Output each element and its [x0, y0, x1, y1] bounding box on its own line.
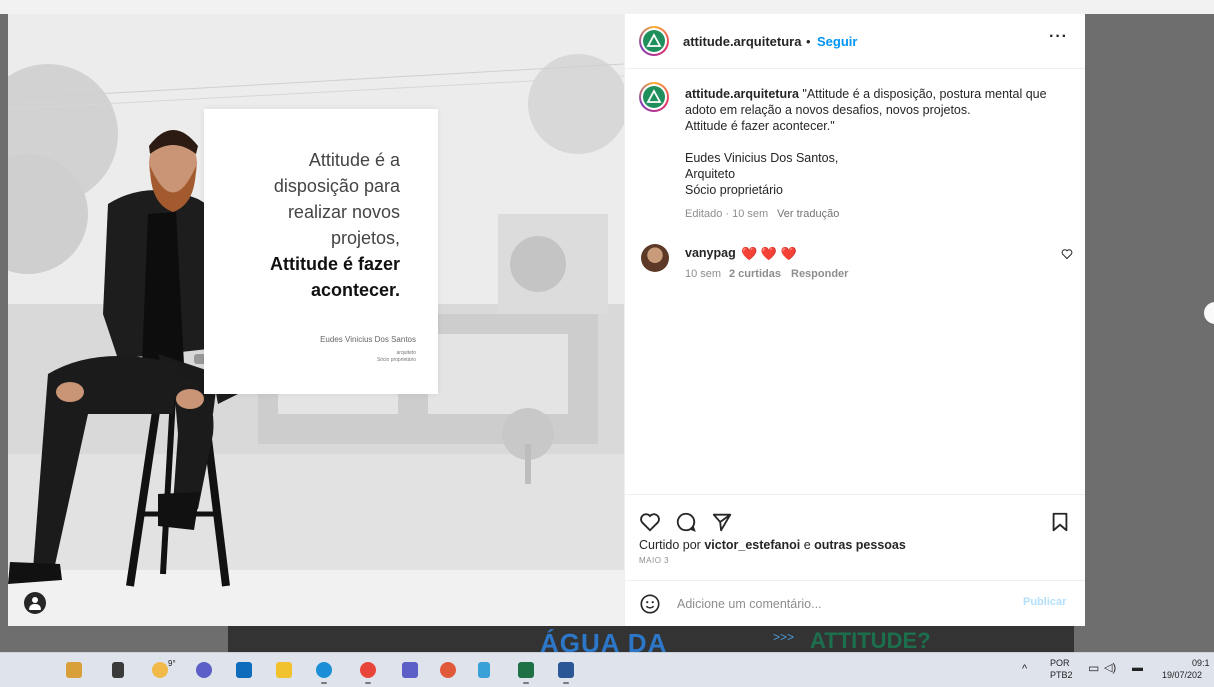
comment-input[interactable]	[675, 591, 1009, 617]
post-date[interactable]: MAIO 3	[639, 556, 669, 565]
comment-time: 10 sem	[685, 268, 722, 280]
comment-avatar[interactable]	[641, 244, 669, 272]
volume-icon[interactable]: ◁)	[1104, 663, 1116, 674]
post-details-panel: attitude.arquitetura • Seguir ··· attitu…	[624, 14, 1085, 626]
quote-signature: Eudes Vinicius Dos Santos	[320, 335, 416, 344]
comment-icon[interactable]	[675, 511, 697, 533]
comment-text: ❤️ ❤️ ❤️	[741, 246, 797, 261]
tray-chevron-up-icon[interactable]: ^	[1022, 664, 1027, 675]
input-language[interactable]: POR	[1050, 658, 1070, 669]
quote-line-2: disposição para	[273, 176, 400, 196]
caption-blank	[685, 134, 1065, 150]
quote-sub-1: arquiteto	[396, 350, 416, 356]
chrome-running-indicator	[365, 682, 371, 684]
background-post-peek: ÁGUA DA >>> ATTITUDE?	[228, 626, 1074, 652]
chat-icon[interactable]	[196, 662, 212, 678]
clock-date[interactable]: 19/07/202	[1162, 670, 1202, 681]
clock-time[interactable]: 09:1	[1192, 658, 1210, 669]
chrome-icon[interactable]	[360, 662, 376, 678]
post-header: attitude.arquitetura • Seguir ···	[625, 14, 1085, 69]
quote-line-4: projetos,	[330, 228, 400, 248]
header-avatar[interactable]	[639, 26, 669, 56]
quote-line-5: Attitude é fazer	[269, 254, 400, 274]
liked-by-user[interactable]: victor_estefanoi	[704, 538, 800, 552]
follow-button[interactable]: Seguir	[817, 34, 857, 49]
teams-icon[interactable]	[402, 662, 418, 678]
brand-logo-icon	[646, 89, 662, 103]
app-red-icon[interactable]	[440, 662, 456, 678]
more-options-button[interactable]: ···	[1049, 28, 1068, 46]
battery-icon[interactable]: ▬	[1132, 663, 1143, 674]
caption-username[interactable]: attitude.arquitetura	[685, 87, 799, 101]
caption-line-2: adoto em relação a novos desafios, novos…	[685, 103, 971, 117]
caption-line-6: Arquiteto	[685, 167, 736, 181]
task-view-icon[interactable]	[112, 662, 124, 678]
liked-by-prefix: Curtido por	[639, 538, 701, 552]
outlook-icon[interactable]	[236, 662, 252, 678]
comment-reply-button[interactable]: Responder	[791, 268, 848, 280]
weather-icon[interactable]	[152, 662, 168, 678]
see-translation-link[interactable]: Ver tradução	[777, 208, 839, 220]
add-comment-box: Publicar	[625, 580, 1085, 627]
windows-taskbar: 9° ^ POR PTB2 ▭ ◁) ▬ 09:1 19/07/202	[0, 652, 1214, 687]
input-layout[interactable]: PTB2	[1050, 670, 1073, 681]
quote-line-1: Attitude é a	[308, 150, 400, 170]
file-explorer-icon[interactable]	[276, 662, 292, 678]
network-icon[interactable]: ▭	[1088, 662, 1099, 674]
tagged-users-icon[interactable]	[24, 592, 46, 614]
quote-card: Attitude é a disposição para realizar no…	[204, 109, 438, 394]
browser-top-strip	[0, 0, 1214, 14]
liked-by-others[interactable]: outras pessoas	[814, 538, 906, 552]
share-icon[interactable]	[711, 511, 733, 533]
header-username[interactable]: attitude.arquitetura	[683, 34, 801, 49]
word-icon[interactable]	[558, 662, 574, 678]
publish-button[interactable]: Publicar	[1023, 596, 1066, 608]
comment-like-icon[interactable]	[1061, 248, 1073, 260]
quote-line-6: acontecer.	[310, 280, 400, 300]
excel-running-indicator	[523, 682, 529, 684]
caption-line-1: "Attitude é a disposição, postura mental…	[802, 87, 1047, 101]
peek-chevrons: >>>	[773, 630, 795, 644]
emoji-icon[interactable]	[639, 593, 661, 615]
weather-temp: 9°	[168, 659, 176, 668]
liked-by-conj: e	[803, 538, 811, 552]
caption-line-5: Eudes Vinicius Dos Santos,	[685, 151, 839, 165]
peek-text-1: ÁGUA DA	[540, 628, 668, 652]
caption-text: attitude.arquitetura "Attitude é a dispo…	[685, 86, 1065, 198]
save-icon[interactable]	[1049, 511, 1071, 533]
like-icon[interactable]	[639, 511, 661, 533]
brand-logo-icon	[646, 33, 662, 47]
post-image[interactable]: Attitude é a disposição para realizar no…	[8, 14, 624, 626]
liked-by: Curtido por victor_estefanoi e outras pe…	[639, 538, 906, 552]
caption-line-7: Sócio proprietário	[685, 183, 783, 197]
briefcase-icon[interactable]	[66, 662, 82, 678]
caption-line-3: Attitude é fazer acontecer."	[685, 119, 835, 133]
word-running-indicator	[563, 682, 569, 684]
comment-likes[interactable]: 2 curtidas	[729, 268, 781, 280]
comment-username[interactable]: vanypag	[685, 246, 736, 260]
quote-sub-2: Sócio proprietário	[376, 357, 416, 363]
edge-icon[interactable]	[316, 662, 332, 678]
caption-edited: Editado · 10 sem	[685, 208, 769, 220]
peek-text-2: ATTITUDE?	[810, 628, 931, 652]
header-separator: •	[806, 34, 811, 49]
excel-icon[interactable]	[518, 662, 534, 678]
edge-running-indicator	[321, 682, 327, 684]
caption-avatar[interactable]	[639, 82, 669, 112]
snipping-tool-icon[interactable]	[478, 662, 490, 678]
quote-line-3: realizar novos	[287, 202, 400, 222]
